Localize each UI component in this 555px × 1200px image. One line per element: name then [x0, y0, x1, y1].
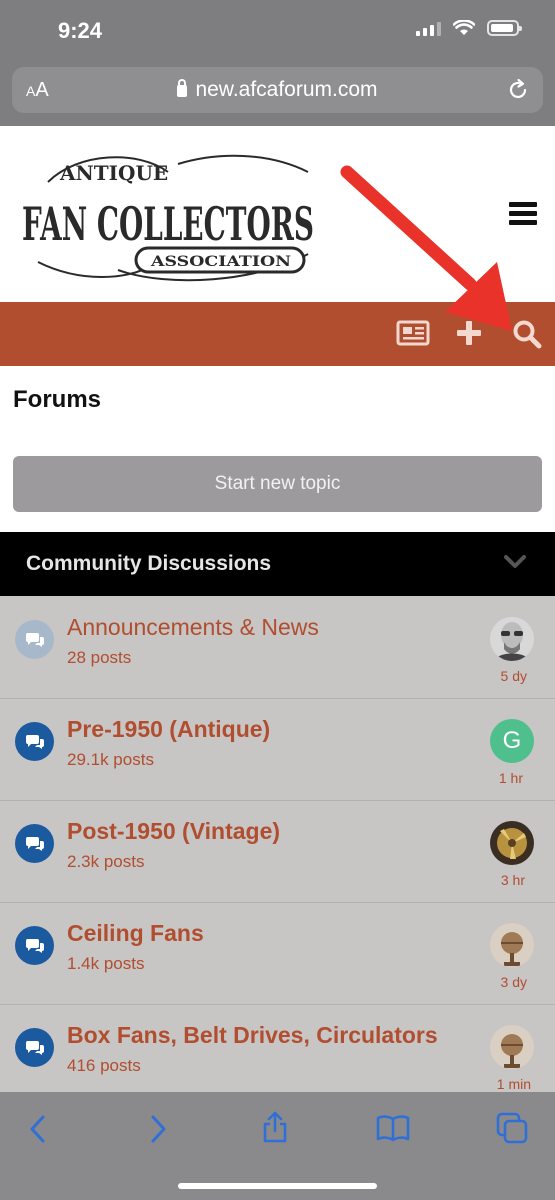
last-activity-time: 5 dy — [500, 668, 527, 684]
forward-icon[interactable] — [148, 1114, 168, 1144]
browser-top: 9:24 AA new.afcaforum.com — [0, 0, 555, 126]
chat-icon — [15, 1028, 54, 1067]
newspaper-icon[interactable] — [396, 320, 430, 346]
forum-post-count: 29.1k posts — [67, 750, 154, 769]
forum-toolbar — [0, 302, 555, 366]
svg-text:ANTIQUE: ANTIQUE — [59, 161, 168, 185]
address-bar[interactable]: AA new.afcaforum.com — [12, 67, 543, 113]
chevron-down-icon[interactable] — [503, 554, 527, 570]
status-bar: 9:24 — [0, 0, 555, 62]
forum-row-pre-1950[interactable]: Pre-1950 (Antique) 29.1k posts G 1 hr — [0, 698, 555, 801]
forum-title[interactable]: Ceiling Fans — [67, 920, 204, 947]
avatar[interactable] — [490, 821, 534, 865]
last-activity-time: 1 hr — [498, 770, 523, 786]
chat-icon — [15, 722, 54, 761]
bookmarks-icon[interactable] — [376, 1114, 410, 1142]
cellular-signal-icon — [416, 20, 441, 36]
status-time: 9:24 — [58, 18, 103, 43]
forum-list: Announcements & News 28 posts 5 dy Pre-1… — [0, 596, 555, 1092]
forum-row-box-fans[interactable]: Box Fans, Belt Drives, Circulators 416 p… — [0, 1004, 555, 1092]
url-text[interactable]: new.afcaforum.com — [12, 78, 543, 102]
avatar[interactable]: G — [490, 719, 534, 763]
chat-icon — [15, 926, 54, 965]
forum-row-announcements[interactable]: Announcements & News 28 posts 5 dy — [0, 596, 555, 699]
forum-title[interactable]: Post-1950 (Vintage) — [67, 818, 280, 845]
svg-text:FAN COLLECTORS: FAN COLLECTORS — [22, 197, 314, 251]
forum-post-count: 416 posts — [67, 1056, 141, 1075]
last-activity-time: 1 min — [496, 1076, 531, 1092]
forum-title[interactable]: Pre-1950 (Antique) — [67, 716, 270, 743]
page-title: Forums — [13, 386, 102, 413]
site-logo[interactable]: ANTIQUE FAN COLLECTORS ASSOCIATION — [18, 142, 318, 288]
forum-post-count: 28 posts — [67, 648, 132, 667]
battery-icon — [487, 20, 522, 36]
category-title: Community Discussions — [26, 552, 272, 575]
forum-row-post-1950[interactable]: Post-1950 (Vintage) 2.3k posts 3 hr — [0, 800, 555, 903]
start-new-topic-button[interactable]: Start new topic — [13, 456, 542, 512]
lock-icon — [177, 79, 188, 97]
site-header: ANTIQUE FAN COLLECTORS ASSOCIATION — [0, 126, 555, 302]
forum-post-count: 2.3k posts — [67, 852, 145, 871]
last-activity-time: 3 dy — [500, 974, 527, 990]
forum-title[interactable]: Announcements & News — [67, 614, 319, 641]
home-indicator — [178, 1183, 377, 1189]
category-header[interactable]: Community Discussions — [0, 532, 555, 596]
avatar[interactable] — [490, 1025, 534, 1069]
reload-icon[interactable] — [505, 77, 531, 103]
tabs-icon[interactable] — [496, 1112, 528, 1144]
chat-icon — [15, 824, 54, 863]
wifi-icon — [453, 20, 475, 35]
last-activity-time: 3 hr — [500, 872, 525, 888]
chat-icon — [15, 620, 54, 659]
hamburger-icon[interactable] — [509, 202, 537, 226]
plus-icon[interactable] — [456, 320, 482, 346]
avatar[interactable] — [490, 617, 534, 661]
forum-post-count: 1.4k posts — [67, 954, 145, 973]
share-icon[interactable] — [260, 1110, 290, 1144]
status-icons — [416, 20, 522, 36]
avatar[interactable] — [490, 923, 534, 967]
back-icon[interactable] — [28, 1114, 48, 1144]
svg-text:ASSOCIATION: ASSOCIATION — [150, 254, 291, 270]
search-icon[interactable] — [512, 319, 542, 349]
forum-row-ceiling-fans[interactable]: Ceiling Fans 1.4k posts 3 dy — [0, 902, 555, 1005]
forum-title[interactable]: Box Fans, Belt Drives, Circulators — [67, 1022, 438, 1049]
